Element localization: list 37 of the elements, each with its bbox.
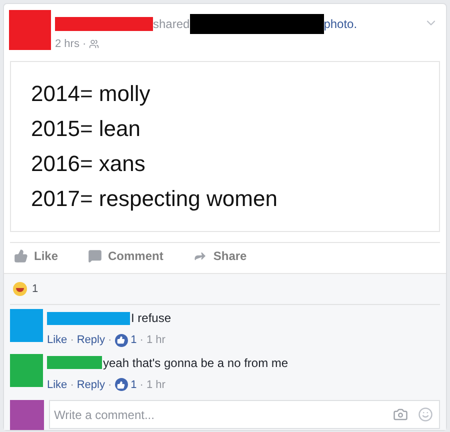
like-badge-icon [114, 334, 128, 347]
camera-icon[interactable] [393, 407, 408, 422]
comment-field[interactable]: Write a comment... [49, 400, 440, 429]
photo-link[interactable]: photo. [324, 15, 358, 33]
image-text-line: 2017= respecting women [31, 185, 278, 214]
reply-link[interactable]: Reply [76, 376, 105, 393]
image-text-line: 2014= molly [31, 80, 152, 108]
action-button[interactable]: Share [193, 247, 247, 265]
thumbs-up-icon [14, 249, 28, 263]
speech-bubble-icon [88, 249, 102, 263]
post-image[interactable]: 2014= molly 2015= lean 2016= xans 2017= respecting women [10, 60, 440, 232]
reaction-count[interactable]: 1 [32, 280, 38, 298]
separator: · [108, 378, 112, 392]
shared-text: shared [153, 16, 190, 33]
reply-link[interactable]: Reply [76, 332, 105, 348]
comment-text: I refuse [131, 310, 172, 327]
redaction-bar [47, 356, 102, 369]
like-link[interactable]: Like [47, 332, 68, 348]
comment-text: yeah that's gonna be a no from me [103, 354, 288, 372]
image-text-line: 2015= lean [31, 115, 142, 144]
laughing-emoji-icon[interactable] [13, 282, 27, 296]
like-count[interactable]: 1 [130, 376, 137, 393]
like-badge-icon [114, 378, 128, 392]
separator: · [70, 378, 74, 392]
like-count[interactable]: 1 [130, 332, 137, 348]
image-text-line: 2016= xans [31, 150, 146, 178]
separator: · [140, 333, 144, 348]
smiley-icon[interactable] [418, 407, 433, 422]
separator: · [108, 333, 112, 348]
audience-icon[interactable] [89, 39, 100, 50]
separator: · [82, 37, 86, 52]
avatar [9, 10, 51, 50]
like-link[interactable]: Like [47, 376, 68, 393]
action-button[interactable]: Like [14, 247, 58, 265]
separator: · [70, 333, 74, 348]
separator: · [140, 378, 144, 392]
action-button[interactable]: Comment [88, 247, 164, 265]
